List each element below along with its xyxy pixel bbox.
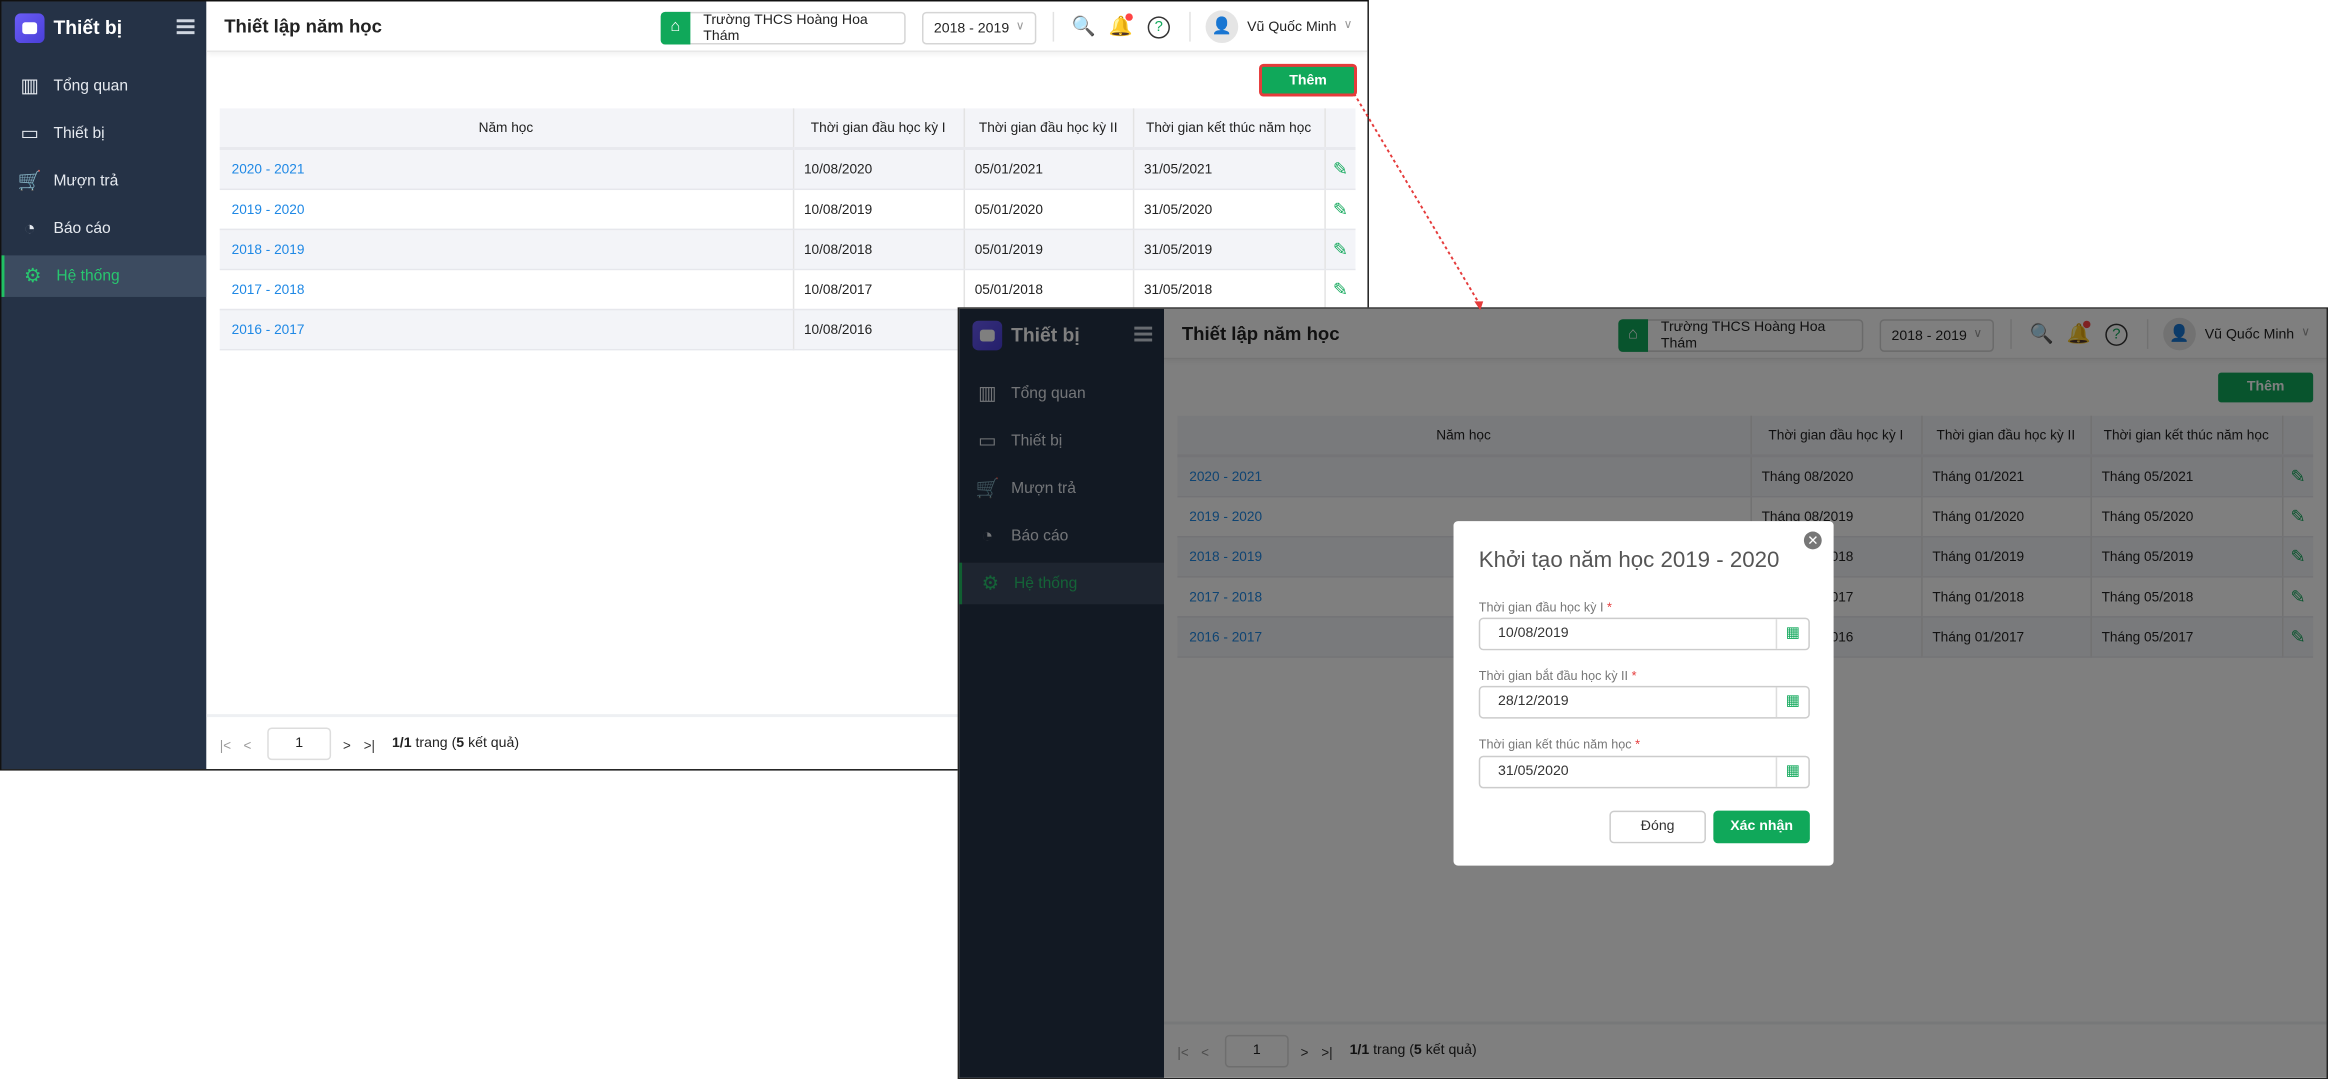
create-year-modal: Khởi tạo năm học 2019 - 2020 ✕ Thời gian đ… xyxy=(1453,521,1834,866)
table-row: 2018 - 2019 10/08/2018 05/01/2019 31/05/201… xyxy=(219,228,1356,270)
semester1-start: 10/08/2018 xyxy=(792,228,965,270)
divider xyxy=(1189,11,1191,42)
search-chart-icon[interactable]: 🔍 xyxy=(1070,13,1097,40)
sidebar-item-label: Mượn trả xyxy=(53,172,119,191)
next-page-icon[interactable]: > xyxy=(343,738,351,753)
divider xyxy=(1052,11,1055,42)
sidebar-item-2[interactable]: 🛒 Mượn trả xyxy=(1,160,206,202)
school-selector[interactable]: ⌂ Trường THCS Hoàng Hoa Thám xyxy=(660,11,906,45)
brand-name: Thiết bị xyxy=(53,16,123,39)
monitor-icon: ▭ xyxy=(20,121,39,145)
page-input[interactable]: 1 xyxy=(267,727,332,761)
confirm-button[interactable]: Xác nhận xyxy=(1713,810,1810,844)
chevron-down-icon[interactable]: ∨ xyxy=(1344,18,1353,31)
calendar-icon[interactable]: ▦ xyxy=(1775,757,1809,787)
close-icon[interactable]: ✕ xyxy=(1803,531,1822,550)
last-page-icon[interactable]: >| xyxy=(364,738,375,753)
edit-icon[interactable]: ✎ xyxy=(1324,268,1356,310)
gear-icon: ⚙ xyxy=(24,264,42,287)
page-info: 1/1 trang (5 kết quả) xyxy=(391,734,520,752)
modal-title: Khởi tạo năm học 2019 - 2020 xyxy=(1478,547,1780,574)
column-header: Thời gian đầu học kỳ I xyxy=(792,108,965,150)
help-icon[interactable]: ? xyxy=(1147,16,1170,39)
school-name: Trường THCS Hoàng Hoa Thám xyxy=(703,11,868,45)
year-end: 31/05/2019 xyxy=(1132,228,1326,270)
sidebar-item-3[interactable]: ◔ Báo cáo xyxy=(1,208,206,250)
sidebar-item-label: Hệ thống xyxy=(56,267,120,286)
table-header: Năm họcThời gian đầu học kỳ IThời gian đ… xyxy=(219,108,1356,150)
table-row: 2020 - 2021 10/08/2020 05/01/2021 31/05/202… xyxy=(219,148,1356,190)
prev-page-icon[interactable]: < xyxy=(243,738,251,753)
semester1-start: 10/08/2020 xyxy=(792,148,965,190)
first-page-icon[interactable]: |< xyxy=(220,738,231,753)
edit-icon[interactable]: ✎ xyxy=(1324,188,1356,230)
table-row: 2017 - 2018 10/08/2017 05/01/2018 31/05/201… xyxy=(219,268,1356,310)
year-dropdown[interactable]: 2018 - 2019 ∨ xyxy=(921,11,1037,45)
year-end: 31/05/2020 xyxy=(1132,188,1326,230)
semester1-start: 10/08/2016 xyxy=(792,308,965,350)
semester2-start: 05/01/2019 xyxy=(963,228,1134,270)
year-link[interactable]: 2019 - 2020 xyxy=(219,188,794,230)
close-button[interactable]: Đóng xyxy=(1609,810,1706,844)
edit-icon[interactable]: ✎ xyxy=(1324,228,1356,270)
avatar[interactable]: 👤 xyxy=(1205,10,1239,44)
user-name[interactable]: Vũ Quốc Minh xyxy=(1247,19,1336,35)
semester2-start: 05/01/2021 xyxy=(963,148,1134,190)
page-title: Thiết lập năm học xyxy=(224,16,382,38)
column-header: Năm học xyxy=(219,108,794,150)
composite-screenshot: Thiết bị ▥ Tổng quan ▭ Thiết bị 🛒 Mượn trả ◔ Báo… xyxy=(0,0,2328,1079)
date-input[interactable]: 31/05/2020 ▦ xyxy=(1478,755,1810,789)
semester1-start: 10/08/2017 xyxy=(792,268,965,310)
sidebar-item-4[interactable]: ⚙ Hệ thống xyxy=(1,255,207,297)
year-end: 31/05/2021 xyxy=(1132,148,1326,190)
sidebar-item-label: Thiết bị xyxy=(53,124,105,143)
pie-chart-icon: ◔ xyxy=(23,216,36,240)
column-header xyxy=(1324,108,1356,150)
sidebar-item-label: Báo cáo xyxy=(53,219,111,238)
year-value: 2018 - 2019 xyxy=(933,20,1010,38)
sidebar-item-label: Tổng quan xyxy=(53,77,129,96)
menu-toggle-icon[interactable] xyxy=(176,19,195,35)
field-label: Thời gian đầu học kỳ I * xyxy=(1478,599,1612,615)
chevron-down-icon: ∨ xyxy=(1015,19,1025,33)
notification-dot xyxy=(1125,13,1133,21)
sidebar-item-1[interactable]: ▭ Thiết bị xyxy=(1,113,206,155)
cart-icon: 🛒 xyxy=(17,169,42,192)
school-icon: ⌂ xyxy=(660,11,690,44)
sidebar-item-0[interactable]: ▥ Tổng quan xyxy=(1,65,206,107)
calendar-icon[interactable]: ▦ xyxy=(1775,619,1809,649)
date-input[interactable]: 10/08/2019 ▦ xyxy=(1478,617,1810,651)
sidebar: Thiết bị ▥ Tổng quan ▭ Thiết bị 🛒 Mượn trả ◔ Báo… xyxy=(1,1,207,770)
calendar-icon[interactable]: ▦ xyxy=(1775,687,1809,718)
year-link[interactable]: 2020 - 2021 xyxy=(219,148,794,190)
year-end: 31/05/2018 xyxy=(1132,268,1326,310)
year-link[interactable]: 2018 - 2019 xyxy=(219,228,794,270)
table-row: 2019 - 2020 10/08/2019 05/01/2020 31/05/202… xyxy=(219,188,1356,230)
year-link[interactable]: 2016 - 2017 xyxy=(219,308,794,350)
year-link[interactable]: 2017 - 2018 xyxy=(219,268,794,310)
semester2-start: 05/01/2020 xyxy=(963,188,1134,230)
edit-icon[interactable]: ✎ xyxy=(1324,148,1356,190)
bar-chart-icon: ▥ xyxy=(20,74,39,97)
add-button[interactable]: Thêm xyxy=(1259,63,1358,97)
column-header: Thời gian kết thúc năm học xyxy=(1132,108,1326,150)
semester2-start: 05/01/2018 xyxy=(963,268,1134,310)
app-window-with-modal: Thiết bị▥Tổng quan▭Thiết bị🛒Mượn trả◔Báo… xyxy=(957,307,2328,1079)
bell-icon[interactable]: 🔔 xyxy=(1108,13,1135,40)
semester1-start: 10/08/2019 xyxy=(792,188,965,230)
top-header: Thiết lập năm học ⌂ Trường THCS Hoàng Hoa … xyxy=(206,1,1368,52)
field-label: Thời gian kết thúc năm học * xyxy=(1478,736,1640,752)
date-input[interactable]: 28/12/2019 ▦ xyxy=(1478,685,1810,719)
logo-icon xyxy=(14,13,45,44)
column-header: Thời gian đầu học kỳ II xyxy=(963,108,1134,150)
field-label: Thời gian bắt đầu học kỳ II * xyxy=(1478,668,1637,683)
